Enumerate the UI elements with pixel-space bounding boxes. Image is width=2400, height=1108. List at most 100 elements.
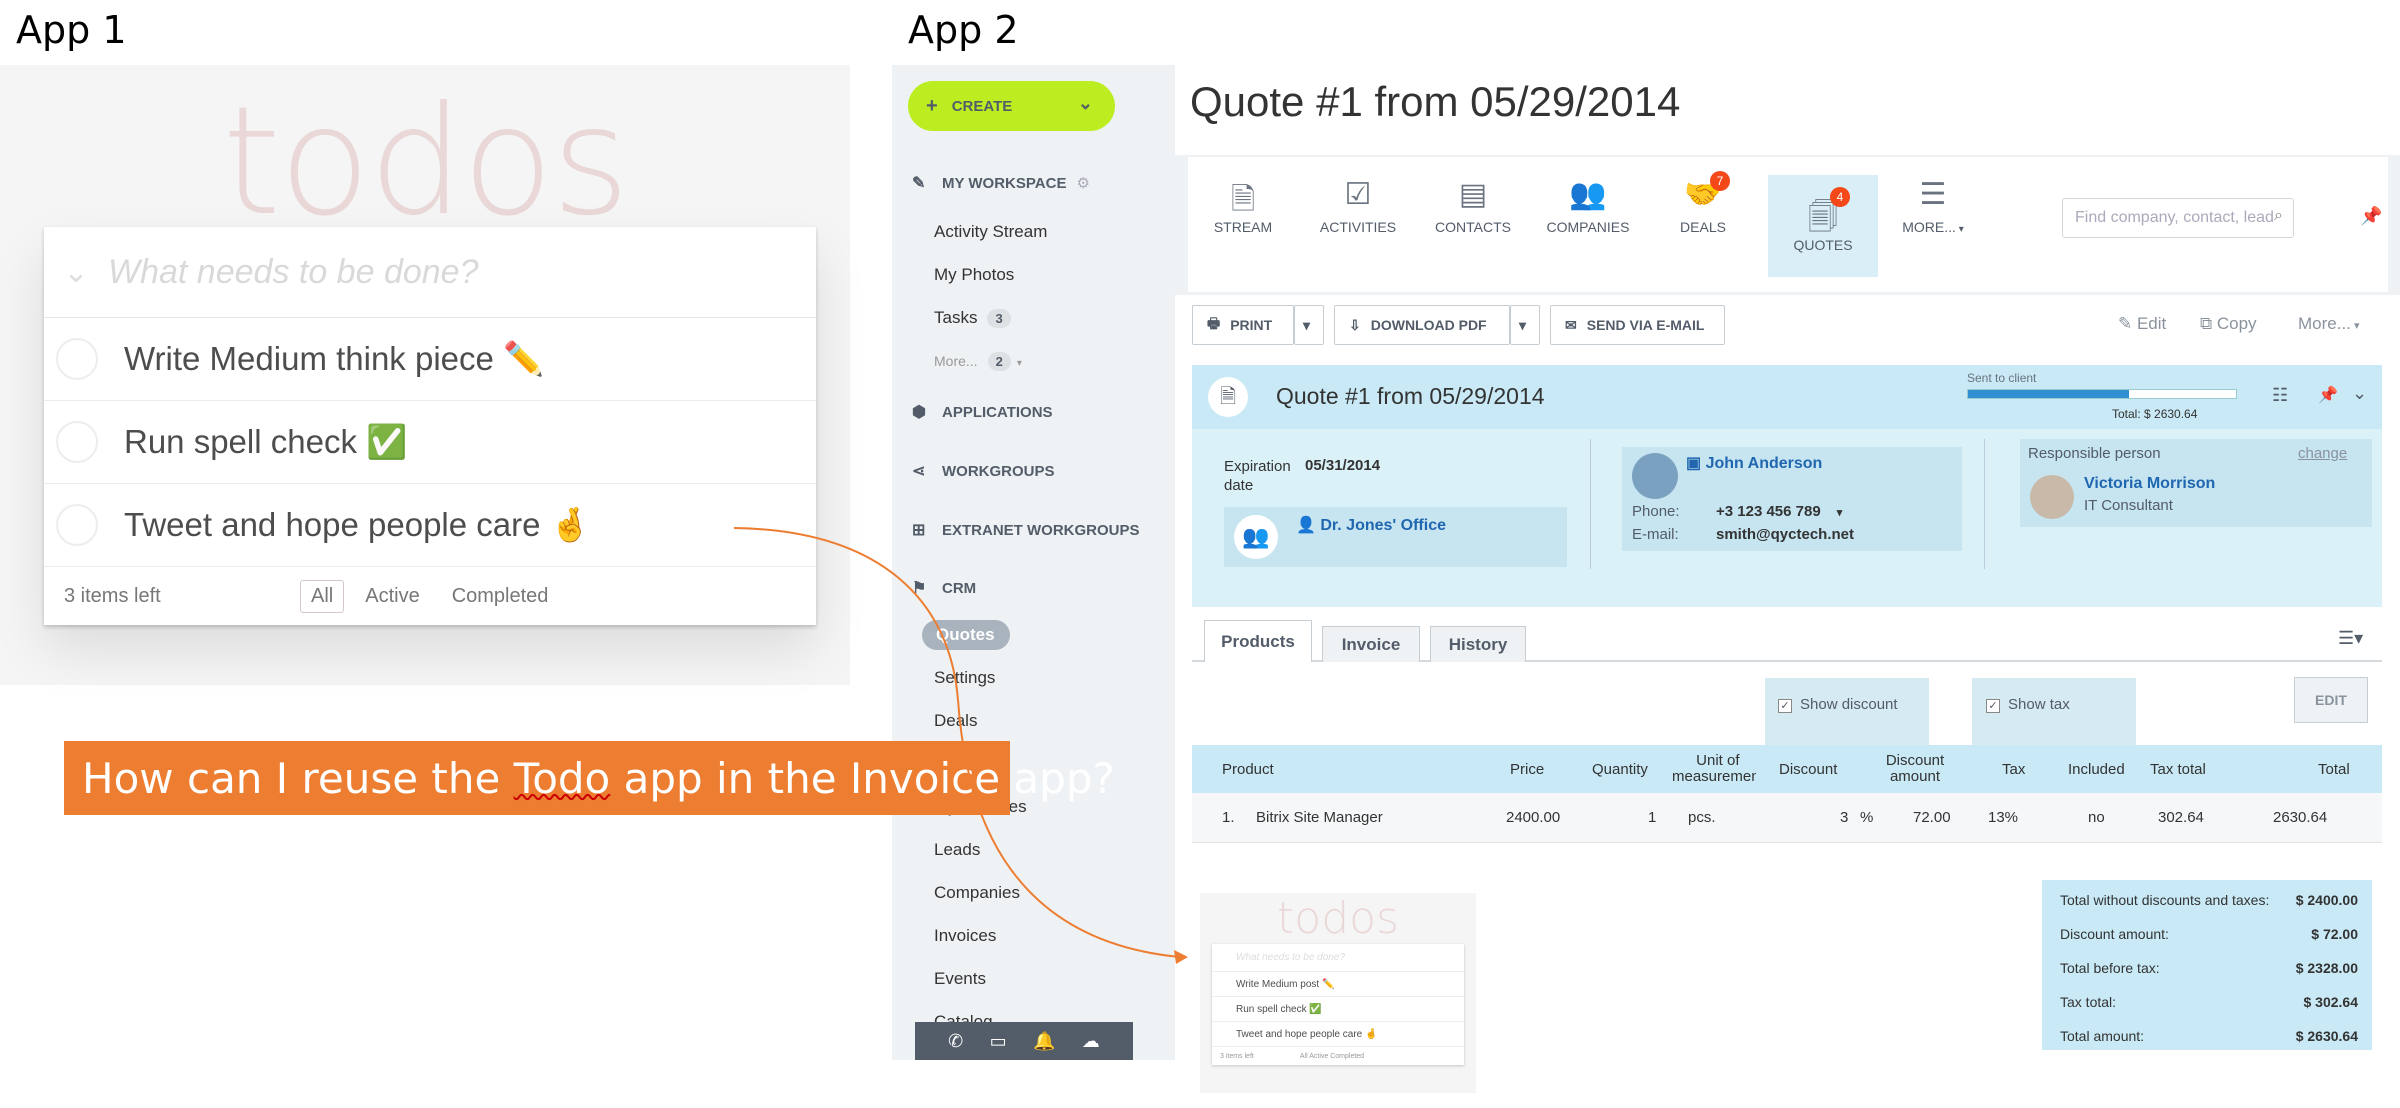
email-value[interactable]: smith@qyctech.net — [1716, 526, 1854, 543]
sidebar-item-settings[interactable]: Settings — [934, 668, 995, 688]
nav-tab-quotes[interactable]: 🗐 4 QUOTES — [1768, 175, 1878, 277]
sidebar-section-workspace[interactable]: ✎ MY WORKSPACE ⚙ — [912, 173, 1090, 193]
download-icon: ⇩ — [1349, 316, 1361, 333]
gear-icon[interactable]: ⚙ — [1076, 174, 1089, 192]
nav-tab-more[interactable]: ☰ MORE... ▾ — [1878, 177, 1988, 235]
crm-search-input[interactable]: Find company, contact, lead ⌕ — [2062, 198, 2294, 238]
sidebar-item-photos[interactable]: My Photos — [934, 265, 1014, 285]
company-name: Dr. Jones' Office — [1320, 517, 1446, 534]
pin-icon[interactable]: 📌 — [2360, 206, 2382, 227]
download-pdf-button[interactable]: ⇩ DOWNLOAD PDF — [1334, 305, 1510, 345]
pin-icon[interactable]: 📌 — [2318, 385, 2338, 405]
phone-icon[interactable]: ✆ — [948, 1031, 963, 1052]
copy-button[interactable]: ⧉ Copy — [2200, 314, 2257, 334]
tab-invoice[interactable]: Invoice — [1322, 626, 1420, 662]
chevron-down-icon[interactable]: ⌄ — [2352, 383, 2367, 404]
sidebar-item-activity[interactable]: Activity Stream — [934, 222, 1047, 242]
th-product: Product — [1222, 760, 1274, 778]
show-tax-checkbox[interactable]: ✓ Show tax — [1986, 696, 2070, 713]
items-left-count: 3 items left — [64, 584, 161, 607]
filter-all[interactable]: All — [300, 579, 345, 613]
sidebar-item-tasks[interactable]: Tasks 3 — [934, 308, 1011, 328]
nav-tab-stream[interactable]: 🗎 STREAM — [1188, 177, 1298, 235]
envelope-icon: ✉ — [1565, 316, 1577, 333]
send-email-button[interactable]: ✉ SEND VIA E-MAIL — [1550, 305, 1725, 345]
pin-icon: ✎ — [912, 175, 926, 192]
phone-value[interactable]: +3 123 456 789 ▾ — [1716, 503, 1842, 520]
todo-checkbox[interactable] — [56, 421, 98, 463]
sidebar-section-extranet[interactable]: ⊞ EXTRANET WORKGROUPS — [912, 520, 1140, 540]
nav-tab-contacts[interactable]: ▤ CONTACTS — [1418, 177, 1528, 235]
todo-title: todos — [222, 75, 630, 249]
edit-button[interactable]: ✎ Edit — [2118, 314, 2166, 334]
nav-tab-deals[interactable]: 🤝 7 DEALS — [1648, 171, 1758, 235]
show-discount-checkbox[interactable]: ✓ Show discount — [1778, 696, 1898, 713]
download-dropdown[interactable]: ▾ — [1510, 305, 1540, 345]
banner-text: app in the Invoice app? — [610, 753, 1115, 803]
more-count-badge: 2 — [987, 352, 1011, 371]
sidebar-item-label: Tasks — [934, 308, 978, 327]
new-todo-row: ⌄ What needs to be done? — [44, 227, 816, 318]
sidebar-item-deals[interactable]: Deals — [934, 711, 977, 731]
todo-checkbox[interactable] — [56, 338, 98, 380]
responsible-label: Responsible person — [2028, 445, 2161, 462]
toggle-all-icon[interactable]: ⌄ — [44, 255, 108, 290]
th-discount-amount: Discount amount — [1885, 752, 1945, 785]
chat-icon[interactable]: ▭ — [990, 1031, 1007, 1052]
totals-value: $ 2328.00 — [2295, 960, 2358, 976]
print-dropdown[interactable]: ▾ — [1294, 305, 1324, 345]
sidebar-item-companies[interactable]: Companies — [934, 883, 1020, 903]
print-button[interactable]: 🖶 PRINT — [1192, 305, 1294, 345]
sent-progress-bar — [1967, 389, 2237, 399]
todo-checkbox[interactable] — [56, 504, 98, 546]
chevron-down-icon: ▾ — [2350, 320, 2360, 332]
sidebar-item-more[interactable]: More... 2 ▾ — [934, 352, 1022, 371]
products-table-header: Product Price Quantity Unit of measureme… — [1192, 745, 2382, 793]
mini-new-todo-input[interactable]: What needs to be done? — [1212, 944, 1464, 972]
sidebar-item-invoices[interactable]: Invoices — [934, 926, 996, 946]
download-label: DOWNLOAD PDF — [1370, 317, 1487, 333]
table-settings-icon[interactable]: ☰▾ — [2338, 628, 2363, 649]
search-icon[interactable]: ⌕ — [2274, 207, 2283, 225]
create-button[interactable]: + CREATE ⌄ — [908, 81, 1115, 131]
tab-products[interactable]: Products — [1204, 620, 1312, 662]
list-icon: ☰ — [1919, 178, 1947, 211]
sidebar-section-applications[interactable]: ⬢ APPLICATIONS — [912, 402, 1053, 422]
change-link[interactable]: change — [2298, 445, 2347, 462]
section-label: APPLICATIONS — [942, 403, 1053, 421]
contact-link[interactable]: ▣ John Anderson — [1686, 453, 1822, 473]
edit-products-button[interactable]: EDIT — [2294, 677, 2368, 723]
section-label: EXTRANET WORKGROUPS — [942, 521, 1140, 539]
todo-item-label: Tweet and hope people care 🤞 — [124, 505, 591, 543]
totals-box: Total without discounts and taxes: $ 2400… — [2042, 880, 2372, 1050]
mini-todo-item: Tweet and hope people care 🤞 — [1212, 1022, 1464, 1047]
sidebar-section-crm[interactable]: ⚑ CRM — [912, 578, 976, 598]
sidebar-item-leads[interactable]: Leads — [934, 840, 980, 860]
responsible-name[interactable]: Victoria Morrison — [2084, 475, 2215, 493]
more-button[interactable]: More... ▾ — [2298, 314, 2359, 334]
bell-icon[interactable]: 🔔 — [1033, 1031, 1055, 1052]
company-link[interactable]: 👤 Dr. Jones' Office — [1296, 515, 1446, 535]
th-total: Total — [2318, 760, 2350, 778]
filter-completed[interactable]: Completed — [441, 580, 560, 613]
filter-active[interactable]: Active — [354, 580, 430, 613]
todo-item: Tweet and hope people care 🤞 — [44, 484, 816, 567]
nav-tab-companies[interactable]: 👥 COMPANIES — [1533, 177, 1643, 235]
company-box: 👥 👤 Dr. Jones' Office — [1224, 507, 1567, 567]
chevron-down-icon: ▾ — [1016, 358, 1022, 369]
th-price: Price — [1510, 760, 1545, 778]
list-view-icon[interactable]: ☷ — [2272, 385, 2288, 406]
cloud-icon[interactable]: ☁ — [1082, 1031, 1100, 1052]
sidebar-section-workgroups[interactable]: ⋖ WORKGROUPS — [912, 461, 1055, 481]
sidebar-item-quotes[interactable]: Quotes — [922, 620, 1010, 650]
mini-filter[interactable]: Active — [1309, 1053, 1328, 1060]
mini-filter[interactable]: Completed — [1330, 1053, 1364, 1060]
mini-filter[interactable]: All — [1300, 1053, 1308, 1060]
nav-tab-activities[interactable]: ☑ ACTIVITIES — [1303, 177, 1413, 235]
new-todo-input[interactable]: What needs to be done? — [108, 253, 479, 292]
search-placeholder: Find company, contact, lead — [2075, 209, 2274, 226]
row-discount: 3 — [1840, 809, 1849, 826]
sidebar-item-events[interactable]: Events — [934, 969, 986, 989]
totals-row: Total before tax: $ 2328.00 — [2060, 960, 2358, 976]
tab-history[interactable]: History — [1430, 626, 1526, 662]
